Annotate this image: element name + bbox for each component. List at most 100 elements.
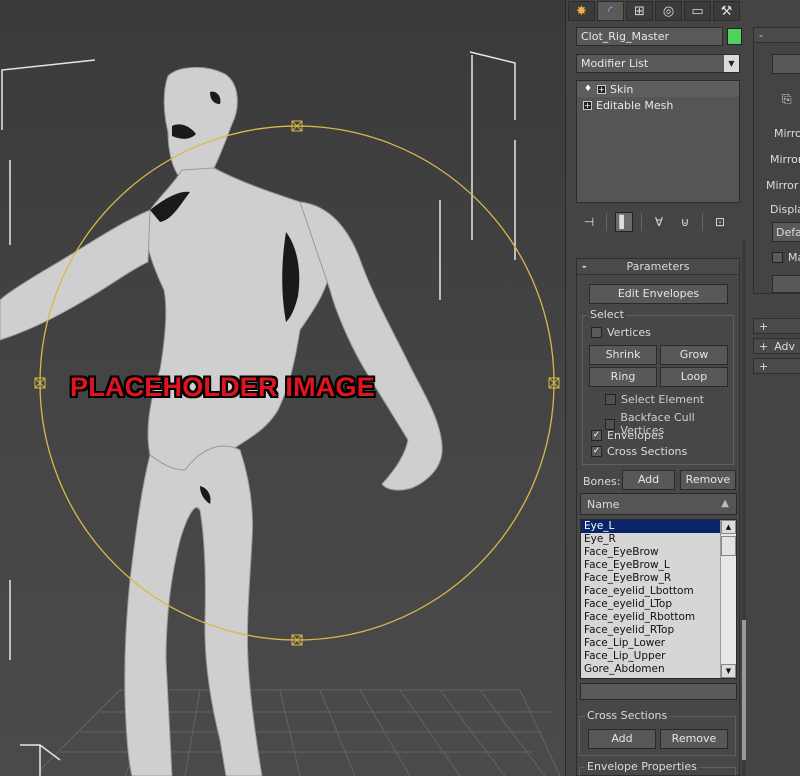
- command-panel-tabs: ✸ ◜ ⊞ ◎ ▭ ⚒: [566, 0, 746, 22]
- add-bone-button[interactable]: Add: [622, 470, 675, 490]
- list-item[interactable]: Eye_L: [581, 520, 720, 533]
- motion-circle-icon: ◎: [662, 3, 675, 19]
- bones-label: Bones:: [583, 475, 621, 488]
- chevron-down-icon[interactable]: ▼: [724, 55, 739, 72]
- divider: [606, 213, 607, 231]
- vertices-checkbox[interactable]: Vertices: [591, 326, 651, 339]
- envelope-properties-group: Envelope Properties: [579, 760, 736, 776]
- motion-tab[interactable]: ◎: [655, 1, 682, 21]
- pin-stack-icon[interactable]: ⊣: [580, 212, 598, 232]
- scrollbar-thumb[interactable]: [742, 620, 746, 760]
- stack-item-skin[interactable]: ♦ + Skin: [577, 81, 739, 97]
- loop-button[interactable]: Loop: [660, 367, 728, 387]
- object-color-swatch[interactable]: [727, 28, 742, 45]
- group-label: Envelope Properties: [585, 760, 699, 773]
- command-panel: ✸ ◜ ⊞ ◎ ▭ ⚒ Clot_Rig_Master Modifier Lis…: [565, 0, 800, 776]
- stack-item-label: Editable Mesh: [596, 98, 674, 112]
- list-item[interactable]: Face_Lip_Lower: [581, 637, 720, 650]
- check-icon[interactable]: ✓: [591, 430, 602, 441]
- group-label: Select: [588, 308, 626, 321]
- parameters-rollout-header[interactable]: - Parameters: [577, 259, 739, 275]
- add-cross-section-button[interactable]: Add: [588, 729, 656, 749]
- utilities-tab[interactable]: ⚒: [713, 1, 740, 21]
- checkbox-label: Cross Sections: [607, 445, 688, 458]
- check-icon[interactable]: ✓: [591, 446, 602, 457]
- divider: [641, 213, 642, 231]
- modify-tab[interactable]: ◜: [597, 1, 624, 21]
- list-item[interactable]: Face_Lip_Upper: [581, 650, 720, 663]
- collapsed-rollout-3[interactable]: +: [753, 358, 800, 374]
- stack-toolbar: ⊣ ▌ ∀ ⊍ ⊡: [576, 210, 740, 234]
- list-item[interactable]: Gore_Abdomen: [581, 663, 720, 676]
- character-mesh: [0, 67, 443, 776]
- collapsed-rollout-1[interactable]: +: [753, 318, 800, 334]
- scroll-down-icon[interactable]: ▼: [721, 664, 736, 678]
- hammer-icon: ⚒: [720, 3, 733, 19]
- update-button[interactable]: [772, 275, 800, 293]
- list-item[interactable]: Eye_R: [581, 533, 720, 546]
- edit-envelopes-button[interactable]: Edit Envelopes: [589, 284, 728, 304]
- mirror-mode-button[interactable]: [772, 54, 800, 74]
- expand-icon[interactable]: +: [759, 340, 768, 353]
- remove-cross-section-button[interactable]: Remove: [660, 729, 728, 749]
- shrink-button[interactable]: Shrink: [589, 345, 657, 365]
- grow-button[interactable]: Grow: [660, 345, 728, 365]
- manual-update-checkbox[interactable]: Ma: [772, 251, 800, 264]
- select-element-checkbox[interactable]: Select Element: [605, 393, 704, 406]
- list-item[interactable]: Face_eyelid_Rbottom: [581, 611, 720, 624]
- mirror-paste-label: Mirror: [774, 127, 800, 140]
- remove-bone-button[interactable]: Remove: [680, 470, 736, 490]
- list-item[interactable]: Face_eyelid_RTop: [581, 624, 720, 637]
- list-item[interactable]: Face_EyeBrow_R: [581, 572, 720, 585]
- checkbox-label: Vertices: [607, 326, 651, 339]
- expand-icon[interactable]: +: [583, 100, 592, 110]
- display-dropdown[interactable]: Defau: [772, 222, 800, 242]
- make-unique-icon[interactable]: ∀: [650, 212, 668, 232]
- list-item[interactable]: Face_eyelid_LTop: [581, 598, 720, 611]
- scroll-up-icon[interactable]: ▲: [721, 520, 736, 534]
- cross-sections-checkbox[interactable]: ✓ Cross Sections: [591, 445, 687, 458]
- paste-icon[interactable]: ⎘: [782, 92, 792, 107]
- create-tab[interactable]: ✸: [568, 1, 595, 21]
- list-item[interactable]: Face_EyeBrow_L: [581, 559, 720, 572]
- mirror-rollout-header[interactable]: -: [753, 27, 800, 43]
- expand-icon[interactable]: +: [597, 84, 606, 94]
- checkbox-box[interactable]: [772, 252, 783, 263]
- mirror-rollout: ⎘ Mirror Mirror Mirror T Display Defau M…: [753, 44, 800, 294]
- display-label: Display: [770, 203, 800, 216]
- modifier-stack[interactable]: ♦ + Skin + Editable Mesh: [576, 80, 740, 203]
- collapse-icon[interactable]: -: [759, 29, 763, 42]
- list-item[interactable]: Face_EyeBrow: [581, 546, 720, 559]
- scrollbar-thumb[interactable]: [721, 536, 736, 556]
- panel-scrollbar[interactable]: [742, 240, 746, 776]
- placeholder-label: PLACEHOLDER IMAGE: [70, 372, 375, 402]
- rollout-title: Adv: [774, 339, 796, 353]
- show-end-result-icon[interactable]: ▌: [615, 212, 633, 232]
- expand-icon[interactable]: +: [759, 320, 768, 333]
- bone-name-field[interactable]: [580, 683, 737, 700]
- bone-list-scrollbar[interactable]: ▲ ▼: [720, 520, 736, 678]
- remove-modifier-icon[interactable]: ⊍: [676, 212, 694, 232]
- bone-list[interactable]: Eye_L Eye_R Face_EyeBrow Face_EyeBrow_L …: [580, 519, 737, 679]
- configure-modifier-sets-icon[interactable]: ⊡: [711, 212, 729, 232]
- ring-button[interactable]: Ring: [589, 367, 657, 387]
- modifier-list-dropdown[interactable]: Modifier List ▼: [576, 54, 740, 73]
- lightbulb-icon[interactable]: ♦: [583, 84, 593, 94]
- parameters-rollout: - Parameters Edit Envelopes Select Verti…: [576, 258, 740, 776]
- divider: [702, 213, 703, 231]
- envelopes-checkbox[interactable]: ✓ Envelopes: [591, 429, 663, 442]
- group-label: Cross Sections: [585, 709, 670, 722]
- checkbox-box[interactable]: [605, 394, 616, 405]
- sort-triangle-icon[interactable]: ▲: [721, 498, 729, 509]
- list-item[interactable]: Face_eyelid_Lbottom: [581, 585, 720, 598]
- bone-list-header[interactable]: Name ▲: [580, 493, 737, 515]
- checkbox-box[interactable]: [591, 327, 602, 338]
- checkbox-box[interactable]: [605, 418, 616, 430]
- perspective-viewport[interactable]: PLACEHOLDER IMAGE: [0, 0, 565, 776]
- stack-item-editable-mesh[interactable]: + Editable Mesh: [577, 97, 739, 113]
- object-name-field[interactable]: Clot_Rig_Master: [576, 27, 723, 46]
- advanced-rollout[interactable]: + Adv: [753, 338, 800, 354]
- display-tab[interactable]: ▭: [684, 1, 711, 21]
- hierarchy-tab[interactable]: ⊞: [626, 1, 653, 21]
- expand-icon[interactable]: +: [759, 360, 768, 373]
